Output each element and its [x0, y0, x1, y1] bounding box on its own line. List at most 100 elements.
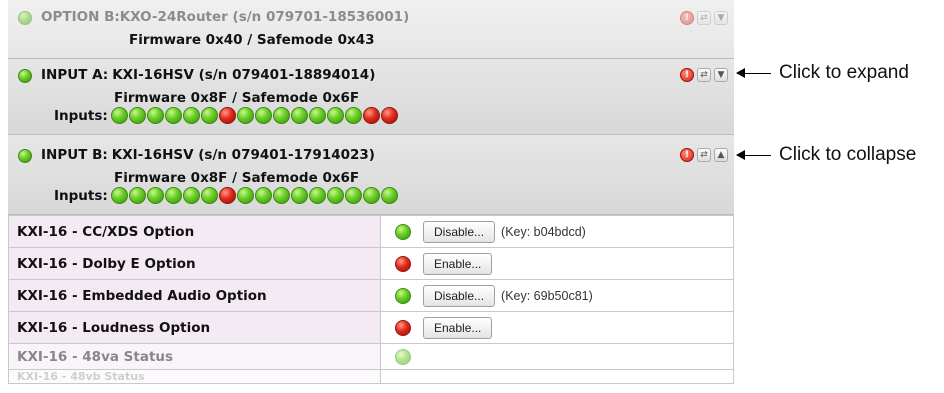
option-status-led — [395, 255, 411, 272]
input-status-led — [200, 107, 218, 124]
chevron-down-icon[interactable]: ▼ — [714, 11, 728, 25]
device-title: OPTION B:KXO-24Router (s/n 079701-185360… — [41, 9, 409, 25]
input-status-led — [110, 187, 128, 204]
device-firmware: Firmware 0x8F / Safemode 0x6F — [114, 90, 360, 106]
alert-icon[interactable]: ! — [680, 68, 694, 82]
input-status-led — [254, 187, 272, 204]
option-row: KXI-16 - Loudness Option Enable... — [8, 311, 734, 344]
disable-button[interactable]: Disable... — [423, 284, 496, 307]
device-header-input-b[interactable]: INPUT B: KXI-16HSV (s/n 079401-17914023) … — [8, 135, 734, 215]
enable-button[interactable]: Enable... — [423, 252, 493, 275]
device-firmware: Firmware 0x8F / Safemode 0x6F — [114, 170, 360, 186]
input-status-led — [344, 107, 362, 124]
device-header-option-b[interactable]: OPTION B:KXO-24Router (s/n 079701-185360… — [8, 0, 734, 59]
device-model: KXI-16HSV (s/n 079401-18894014) — [112, 67, 376, 83]
options-table: KXI-16 - CC/XDS Option Disable... (Key: … — [8, 215, 734, 384]
input-status-led — [200, 187, 218, 204]
device-title: INPUT A: KXI-16HSV (s/n 079401-18894014) — [41, 67, 375, 83]
input-status-led — [182, 107, 200, 124]
option-row: KXI-16 - 48va Status — [8, 343, 734, 370]
input-status-led — [110, 107, 128, 124]
collapse-callout-text: Click to collapse — [779, 144, 917, 165]
input-status-led — [146, 187, 164, 204]
device-controls: ! ⇄ ▼ — [680, 68, 728, 82]
device-model: KXI-16HSV (s/n 079401-17914023) — [111, 147, 375, 163]
status-led — [18, 149, 32, 163]
option-value — [380, 369, 734, 384]
input-status-led — [254, 107, 272, 124]
expand-callout-text: Click to expand — [779, 62, 909, 83]
option-value: Enable... — [380, 311, 734, 344]
option-name: KXI-16 - 48va Status — [8, 343, 381, 370]
option-value: Disable... (Key: 69b50c81) — [380, 279, 734, 312]
device-panel: OPTION B:KXO-24Router (s/n 079701-185360… — [8, 0, 734, 393]
device-firmware: Firmware 0x40 / Safemode 0x43 — [129, 32, 375, 48]
enable-button[interactable]: Enable... — [423, 316, 493, 339]
input-status-led — [326, 107, 344, 124]
device-slot: OPTION B: — [41, 9, 120, 25]
input-status-led — [236, 107, 254, 124]
inputs-label: Inputs: — [54, 187, 108, 204]
option-row: KXI-16 - CC/XDS Option Disable... (Key: … — [8, 215, 734, 248]
input-status-led — [380, 107, 398, 124]
option-name: KXI-16 - Embedded Audio Option — [8, 279, 381, 312]
input-status-led — [326, 187, 344, 204]
chevron-up-icon[interactable]: ▲ — [714, 148, 728, 162]
arrow-left-icon — [736, 67, 771, 78]
expand-callout: Click to expand — [736, 62, 909, 84]
option-value: Disable... (Key: b04bdcd) — [380, 215, 734, 248]
option-name: KXI-16 - CC/XDS Option — [8, 215, 381, 248]
input-status-led — [128, 107, 146, 124]
option-status-led — [395, 287, 411, 304]
input-status-led — [290, 107, 308, 124]
input-status-led — [344, 187, 362, 204]
option-value — [380, 343, 734, 370]
input-status-led — [362, 187, 380, 204]
input-status-led — [218, 107, 236, 124]
status-led — [18, 11, 32, 25]
status-led — [18, 69, 32, 83]
input-status-led — [164, 187, 182, 204]
device-slot: INPUT A: — [41, 67, 109, 83]
input-status-led — [128, 187, 146, 204]
input-status-led — [182, 187, 200, 204]
option-key: (Key: 69b50c81) — [501, 288, 593, 303]
option-row: KXI-16 - Embedded Audio Option Disable..… — [8, 279, 734, 312]
option-name: KXI-16 - 48vb Status — [8, 369, 381, 384]
input-status-led — [308, 187, 326, 204]
device-model: KXO-24Router (s/n 079701-18536001) — [119, 9, 410, 25]
alert-icon[interactable]: ! — [680, 11, 694, 25]
option-name: KXI-16 - Dolby E Option — [8, 247, 381, 280]
option-status-led — [395, 348, 411, 365]
input-status-led — [290, 187, 308, 204]
chevron-down-icon[interactable]: ▼ — [714, 68, 728, 82]
device-header-input-a[interactable]: INPUT A: KXI-16HSV (s/n 079401-18894014) … — [8, 59, 734, 135]
inputs-row: Inputs: — [54, 107, 399, 124]
option-status-led — [395, 319, 411, 336]
input-status-led — [236, 187, 254, 204]
disable-button[interactable]: Disable... — [423, 220, 496, 243]
refresh-icon[interactable]: ⇄ — [697, 68, 711, 82]
refresh-icon[interactable]: ⇄ — [697, 148, 711, 162]
device-controls: ! ⇄ ▲ — [680, 148, 728, 162]
alert-icon[interactable]: ! — [680, 148, 694, 162]
collapse-callout: Click to collapse — [736, 144, 917, 166]
option-key: (Key: b04bdcd) — [501, 224, 586, 239]
device-title: INPUT B: KXI-16HSV (s/n 079401-17914023) — [41, 147, 375, 163]
option-name: KXI-16 - Loudness Option — [8, 311, 381, 344]
option-row: KXI-16 - 48vb Status — [8, 369, 734, 384]
input-status-led — [362, 107, 380, 124]
option-row: KXI-16 - Dolby E Option Enable... — [8, 247, 734, 280]
input-status-led — [308, 107, 326, 124]
option-status-led — [395, 223, 411, 240]
input-status-led — [218, 187, 236, 204]
inputs-row: Inputs: — [54, 187, 399, 204]
input-status-led — [164, 107, 182, 124]
refresh-icon[interactable]: ⇄ — [697, 11, 711, 25]
input-status-led — [146, 107, 164, 124]
option-value: Enable... — [380, 247, 734, 280]
device-slot: INPUT B: — [41, 147, 108, 163]
inputs-label: Inputs: — [54, 107, 108, 124]
input-status-led — [380, 187, 398, 204]
arrow-left-icon — [736, 149, 771, 160]
